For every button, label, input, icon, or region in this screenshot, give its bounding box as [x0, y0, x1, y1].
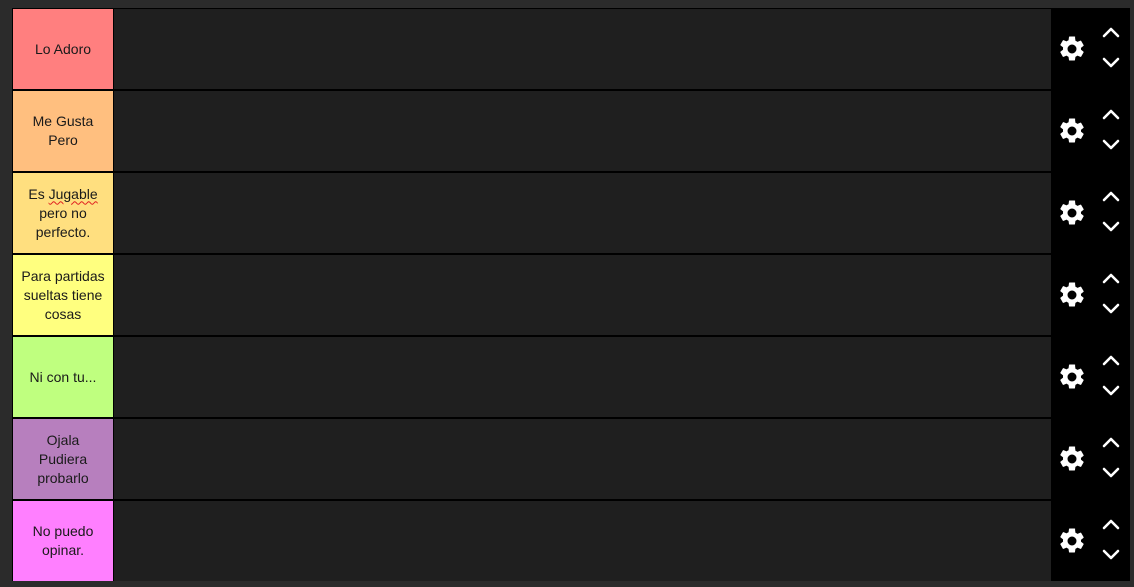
tier-controls — [1052, 419, 1130, 499]
tier-items-dropzone[interactable] — [114, 501, 1051, 581]
tier-label[interactable]: Es Jugable pero no perfecto. — [13, 173, 113, 253]
chevron-down-icon[interactable] — [1100, 464, 1122, 482]
tier-label-text: probarlo — [37, 469, 89, 486]
chevron-up-icon[interactable] — [1100, 515, 1122, 533]
chevron-down-icon[interactable] — [1100, 218, 1122, 236]
tier-label-text: pero no — [39, 204, 87, 221]
tier-label-text: Jugable — [48, 185, 98, 202]
tier-row: Ni con tu... — [13, 337, 1131, 417]
tier-label-text: No puedo — [32, 523, 94, 539]
tier-label-text: Es — [28, 185, 49, 202]
tier-label[interactable]: Para partidas sueltas tiene cosas — [13, 255, 113, 335]
tier-list: Lo Adoro Me Gusta Pero Es Jugable pero n… — [12, 8, 1130, 581]
chevron-up-icon[interactable] — [1100, 105, 1122, 123]
tier-label[interactable]: Ojala Pudiera probarlo — [13, 419, 113, 499]
tier-controls — [1052, 91, 1130, 171]
tier-row: Lo Adoro — [13, 9, 1131, 89]
chevron-down-icon[interactable] — [1100, 546, 1122, 564]
tier-controls — [1052, 501, 1130, 581]
tier-label-text: Lo Adoro — [34, 40, 92, 57]
tier-label-text: Me Gusta — [32, 113, 94, 129]
chevron-down-icon[interactable] — [1100, 136, 1122, 154]
gear-icon[interactable] — [1057, 444, 1087, 474]
tier-row: Es Jugable pero no perfecto. — [13, 173, 1131, 253]
tier-items-dropzone[interactable] — [114, 173, 1051, 253]
tier-label-text: Ni con tu... — [29, 368, 97, 385]
tier-label-text: Pudiera — [38, 450, 88, 467]
tier-label-text: Para partidas — [21, 267, 105, 284]
tier-items-dropzone[interactable] — [114, 9, 1051, 89]
tier-row: No puedo opinar. — [13, 501, 1131, 581]
tier-label-text: Pero — [48, 132, 78, 148]
tier-controls — [1052, 173, 1130, 253]
gear-icon[interactable] — [1057, 34, 1087, 64]
tier-label-text: perfecto. — [35, 223, 91, 240]
tier-label[interactable]: Ni con tu... — [13, 337, 113, 417]
tier-items-dropzone[interactable] — [114, 91, 1051, 171]
tier-controls — [1052, 337, 1130, 417]
chevron-up-icon[interactable] — [1100, 433, 1122, 451]
gear-icon[interactable] — [1057, 362, 1087, 392]
gear-icon[interactable] — [1057, 198, 1087, 228]
chevron-up-icon[interactable] — [1100, 187, 1122, 205]
chevron-up-icon[interactable] — [1100, 23, 1122, 41]
gear-icon[interactable] — [1057, 280, 1087, 310]
tier-controls — [1052, 255, 1130, 335]
tier-row: Ojala Pudiera probarlo — [13, 419, 1131, 499]
tier-label[interactable]: Me Gusta Pero — [13, 91, 113, 171]
tier-controls — [1052, 9, 1130, 89]
tier-label-text: Ojala — [46, 431, 80, 448]
tier-label[interactable]: No puedo opinar. — [13, 501, 113, 581]
chevron-down-icon[interactable] — [1100, 54, 1122, 72]
chevron-up-icon[interactable] — [1100, 269, 1122, 287]
tier-label[interactable]: Lo Adoro — [13, 9, 113, 89]
gear-icon[interactable] — [1057, 116, 1087, 146]
chevron-down-icon[interactable] — [1100, 382, 1122, 400]
tier-label-text: cosas — [44, 305, 82, 322]
tier-label-text: sueltas tiene — [23, 286, 103, 303]
chevron-up-icon[interactable] — [1100, 351, 1122, 369]
tier-row: Para partidas sueltas tiene cosas — [13, 255, 1131, 335]
gear-icon[interactable] — [1057, 526, 1087, 556]
chevron-down-icon[interactable] — [1100, 300, 1122, 318]
tier-label-text: opinar. — [41, 542, 85, 558]
tier-items-dropzone[interactable] — [114, 255, 1051, 335]
tier-row: Me Gusta Pero — [13, 91, 1131, 171]
tier-items-dropzone[interactable] — [114, 337, 1051, 417]
tier-label-line: Es Jugable — [28, 185, 97, 204]
tier-items-dropzone[interactable] — [114, 419, 1051, 499]
